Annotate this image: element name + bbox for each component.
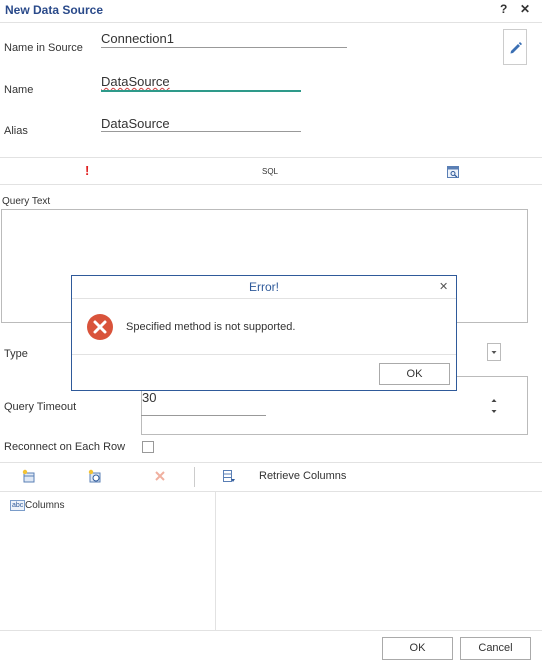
tree-item-columns[interactable]: Columns (25, 500, 64, 511)
name-underline (101, 90, 301, 92)
type-label: Type (4, 348, 28, 360)
form-divider (0, 157, 542, 158)
new-column-icon (22, 469, 35, 483)
columns-toolbar-divider (0, 491, 542, 492)
reconnect-label: Reconnect on Each Row (4, 441, 126, 453)
chevron-down-icon (491, 351, 497, 354)
name-in-source-field[interactable]: Connection1 (101, 31, 174, 46)
name-in-source-label: Name in Source (4, 42, 83, 54)
timeout-stepper[interactable] (489, 397, 499, 420)
options-divider (0, 462, 542, 463)
query-toolbar-divider (0, 184, 542, 185)
query-text-label: Query Text (2, 196, 51, 207)
query-builder-icon (447, 166, 459, 178)
new-column-button[interactable] (22, 469, 36, 488)
alias-field[interactable]: DataSource (101, 116, 170, 131)
stepper-arrows-icon (491, 399, 497, 413)
ok-button[interactable]: OK (382, 637, 453, 660)
cancel-button[interactable]: Cancel (460, 637, 531, 660)
error-dialog: Error! ✕ Specified method is not support… (71, 275, 457, 391)
name-label: Name (4, 84, 34, 96)
name-field[interactable]: DataSource (101, 74, 170, 89)
query-timeout-field[interactable]: 30 (142, 390, 156, 405)
panel-splitter[interactable] (215, 492, 216, 630)
retrieve-columns-button[interactable]: Retrieve Columns (259, 470, 346, 482)
new-calculated-column-button[interactable] (88, 469, 102, 488)
error-message: Specified method is not supported. (126, 321, 296, 333)
window-title: New Data Source (5, 3, 104, 17)
pencil-icon (510, 42, 522, 54)
error-dialog-title: Error! (249, 280, 279, 294)
toolbar-separator (194, 467, 195, 487)
calculated-column-icon (88, 469, 101, 483)
run-query-icon[interactable]: ! (85, 163, 89, 178)
close-icon[interactable]: ✕ (520, 2, 530, 16)
edit-button[interactable] (503, 29, 527, 65)
query-timeout-label: Query Timeout (4, 401, 77, 413)
error-dialog-close-icon[interactable]: ✕ (439, 280, 448, 293)
error-icon (86, 313, 114, 346)
query-timeout-underline (141, 415, 266, 416)
columns-folder-icon: abc (10, 500, 26, 511)
alias-label: Alias (4, 125, 28, 137)
type-dropdown-button[interactable] (487, 343, 501, 361)
footer-divider (0, 630, 542, 631)
delete-column-button[interactable] (153, 469, 167, 488)
query-builder-button[interactable] (447, 165, 459, 183)
error-dialog-footer-divider (72, 354, 456, 355)
name-in-source-underline (101, 47, 347, 48)
retrieve-columns-icon (223, 470, 235, 482)
reconnect-checkbox[interactable] (142, 441, 154, 453)
help-icon[interactable]: ? (500, 2, 507, 16)
retrieve-columns-icon-button[interactable] (222, 469, 236, 488)
header-divider (0, 22, 542, 23)
error-ok-button[interactable]: OK (379, 363, 450, 385)
sql-button[interactable]: SQL (262, 167, 278, 176)
alias-underline (101, 131, 301, 132)
delete-icon (155, 471, 165, 481)
error-dialog-header-divider (72, 298, 456, 299)
